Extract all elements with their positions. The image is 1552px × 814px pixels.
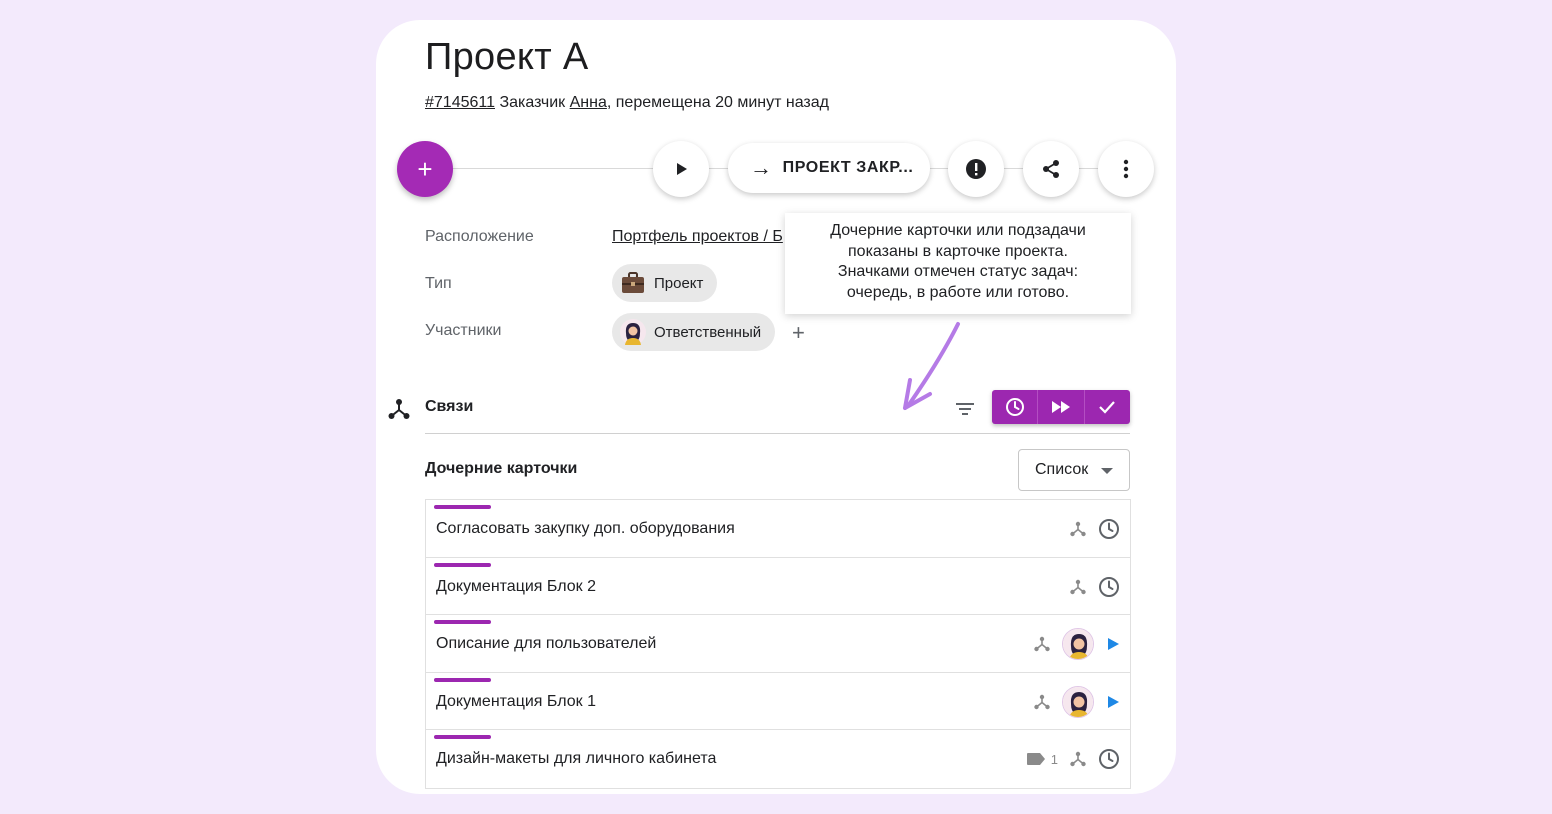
start-button[interactable] <box>653 141 709 197</box>
members-label: Участники <box>425 322 502 339</box>
list-item[interactable]: Документация Блок 2 <box>426 558 1130 616</box>
list-item-name: Документация Блок 2 <box>436 577 596 595</box>
play-icon <box>677 163 687 175</box>
tooltip-line: Значками отмечен статус задач: <box>837 263 1079 280</box>
links-icon <box>1070 521 1086 537</box>
tooltip-line: показаны в карточке проекта. <box>848 242 1068 260</box>
links-title: Связи <box>425 398 474 415</box>
clock-icon <box>1099 519 1119 539</box>
children-title: Дочерние карточки <box>425 460 578 477</box>
avatar[interactable] <box>1062 628 1094 661</box>
clock-icon <box>1099 749 1119 770</box>
status-filter-group <box>992 390 1130 424</box>
moved-text: , перемещена 20 минут назад <box>606 94 829 111</box>
list-item[interactable]: Дизайн-макеты для личного кабинета 1 <box>426 730 1130 788</box>
tag-icon <box>1026 753 1045 766</box>
project-card: Проект А #7145611 Заказчик Анна, перемещ… <box>376 20 1176 794</box>
avatar <box>620 319 646 345</box>
type-chip[interactable]: Проект <box>612 264 718 302</box>
clock-icon <box>1099 576 1119 597</box>
tooltip-line: Дочерние карточки или подзадачи <box>830 222 1086 239</box>
tag-count: 1 <box>1050 751 1058 767</box>
add-member-button[interactable]: + <box>792 320 805 346</box>
annotation-arrow-icon <box>903 322 960 410</box>
view-select-value: Список <box>1035 461 1089 478</box>
links-icon <box>1070 752 1086 767</box>
arrow-right-icon: → <box>750 155 773 180</box>
card-color-bar <box>434 505 491 509</box>
move-status-button[interactable]: → ПРОЕКТ ЗАКР... <box>728 143 930 193</box>
tag-counter: 1 <box>1026 752 1058 767</box>
links-icon <box>1034 636 1050 652</box>
more-vertical-icon <box>1123 159 1129 179</box>
alert-button[interactable] <box>948 141 1004 197</box>
location-label: Расположение <box>425 228 534 245</box>
member-chip-label: Ответственный <box>654 323 762 341</box>
links-icon <box>1070 579 1086 594</box>
tooltip: Дочерние карточки или подзадачи показаны… <box>785 213 1131 314</box>
project-meta: #7145611 Заказчик Анна, перемещена 20 ми… <box>425 94 829 112</box>
location-link[interactable]: Портфель проектов / Б <box>612 228 792 246</box>
list-item[interactable]: Согласовать закупку доп. оборудования <box>426 500 1130 558</box>
customer-label: Заказчик <box>499 94 566 111</box>
list-item-name: Согласовать закупку доп. оборудования <box>436 520 735 537</box>
clock-icon <box>1005 398 1024 416</box>
links-icon <box>388 399 410 419</box>
alert-icon <box>966 159 986 179</box>
type-chip-label: Проект <box>654 274 704 292</box>
filter-done-button[interactable] <box>1085 390 1130 424</box>
list-item-name: Дизайн-макеты для личного кабинета <box>436 750 717 768</box>
customer-link[interactable]: Анна <box>570 94 607 111</box>
list-item-name: Документация Блок 1 <box>436 692 596 710</box>
move-status-label: ПРОЕКТ ЗАКР... <box>782 159 914 176</box>
project-id-link[interactable]: #7145611 <box>425 94 495 111</box>
play-icon <box>1108 638 1119 651</box>
share-icon <box>1043 160 1059 178</box>
more-button[interactable] <box>1098 141 1154 197</box>
tooltip-line: очередь, в работе или готово. <box>846 283 1070 301</box>
fast-forward-icon <box>1051 401 1070 413</box>
play-icon <box>1108 695 1119 708</box>
avatar[interactable] <box>1062 685 1094 718</box>
card-color-bar <box>434 620 491 625</box>
briefcase-icon <box>620 270 646 296</box>
member-chip[interactable]: Ответственный <box>612 313 776 351</box>
view-select[interactable]: Список <box>1018 449 1130 491</box>
links-divider <box>425 433 1130 434</box>
list-item[interactable]: Документация Блок 1 <box>426 673 1130 731</box>
check-icon <box>1099 401 1116 414</box>
links-icon <box>1034 694 1050 709</box>
children-list: Согласовать закупку доп. оборудования До… <box>425 499 1131 789</box>
list-item[interactable]: Описание для пользователей <box>426 615 1130 673</box>
add-button[interactable]: + <box>397 141 453 197</box>
card-color-bar <box>434 735 491 740</box>
filter-in-progress-button[interactable] <box>1038 390 1085 424</box>
filter-queue-button[interactable] <box>992 390 1039 424</box>
caret-down-icon <box>1101 468 1113 474</box>
list-item-name: Описание для пользователей <box>436 635 657 653</box>
page-title: Проект А <box>425 36 589 78</box>
card-color-bar <box>434 562 491 567</box>
card-color-bar <box>434 677 491 682</box>
share-button[interactable] <box>1023 141 1079 197</box>
type-label: Тип <box>425 275 452 292</box>
